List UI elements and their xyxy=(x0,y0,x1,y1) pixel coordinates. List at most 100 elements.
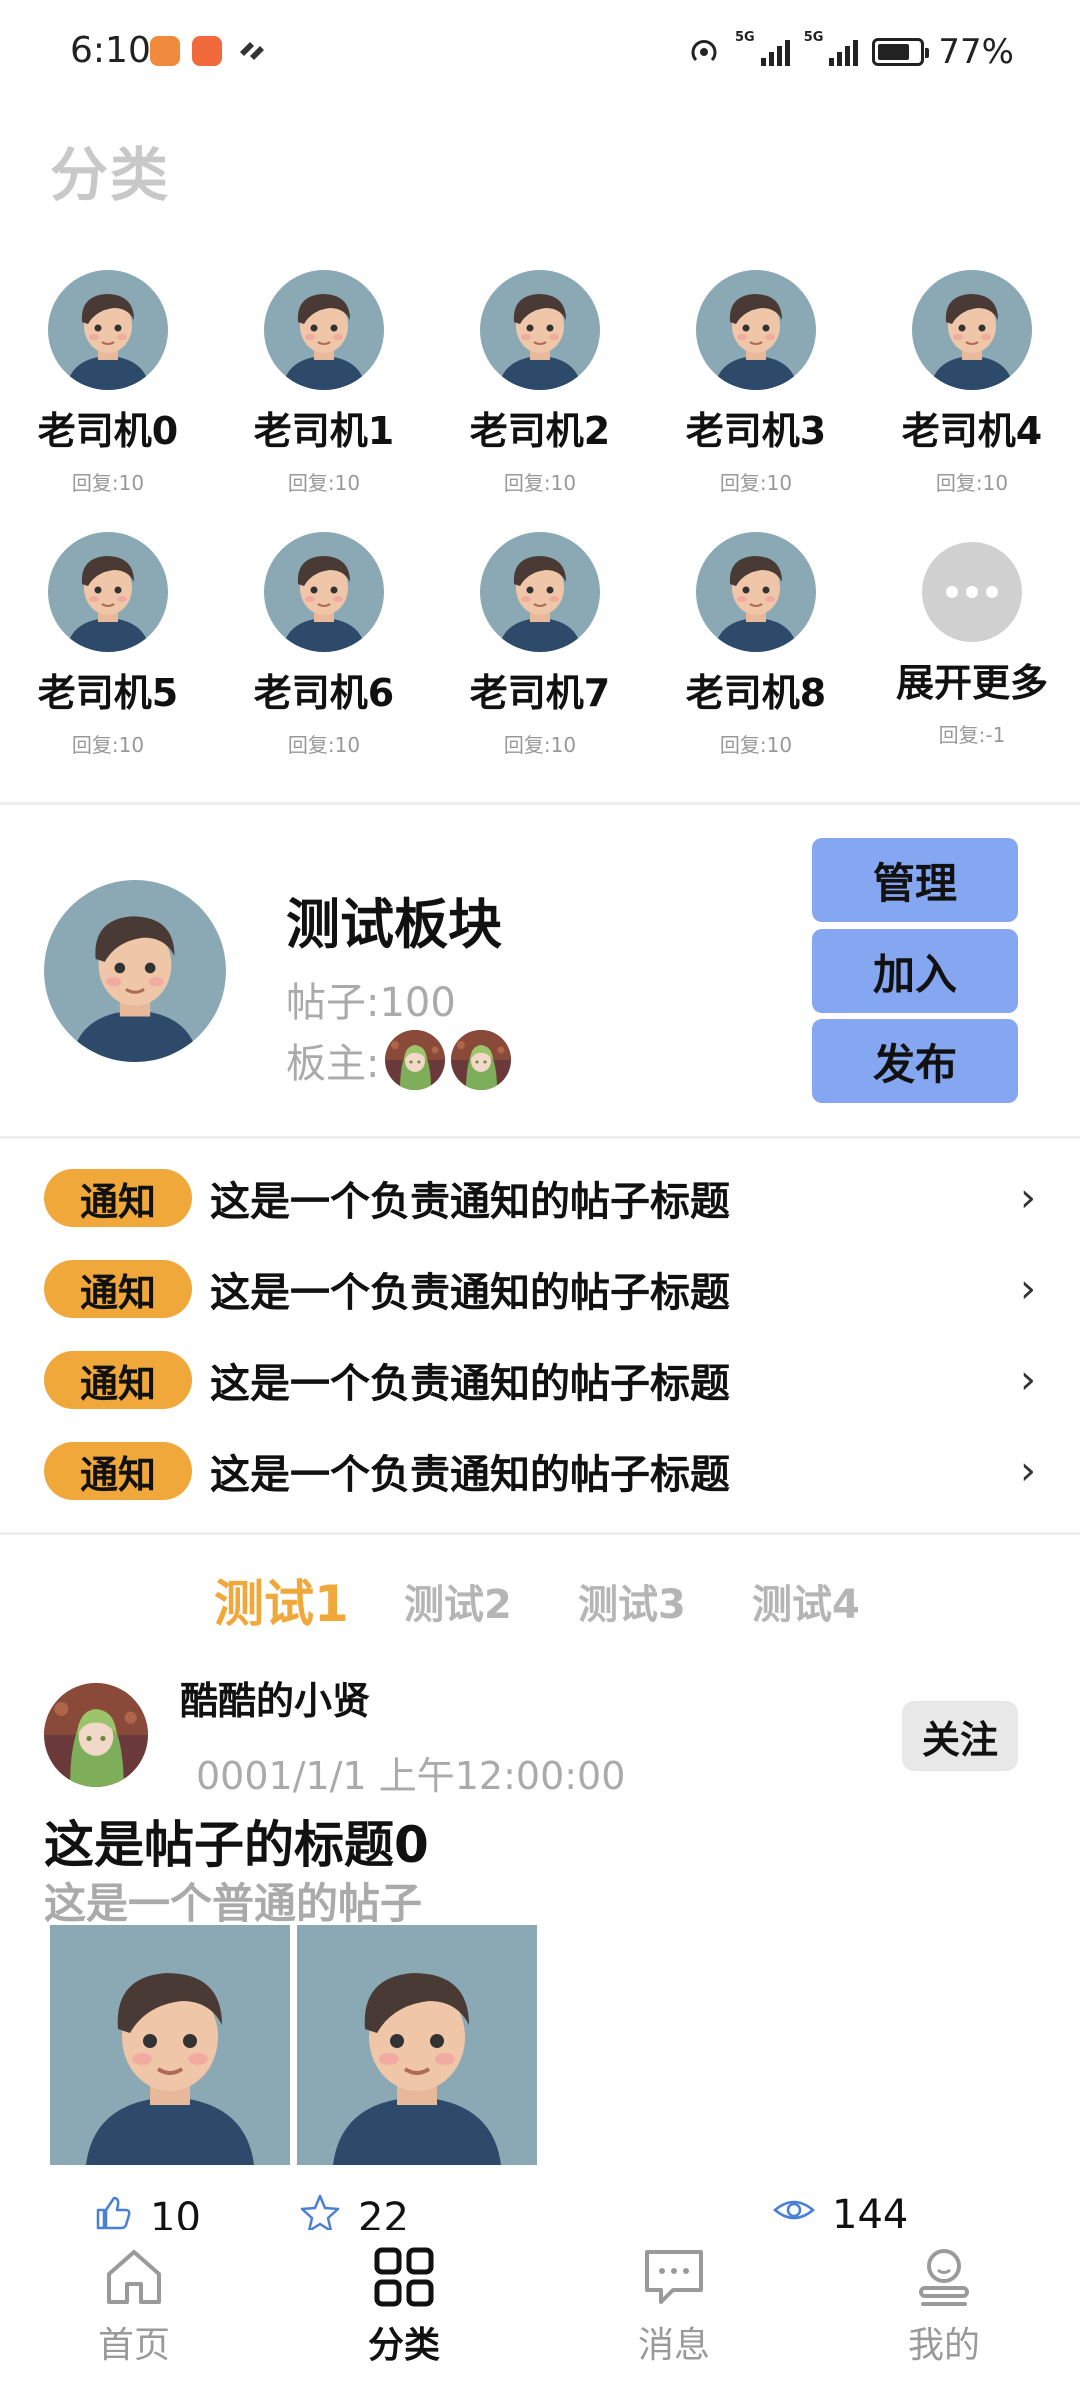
category-name: 老司机2 xyxy=(469,409,611,453)
post-author-avatar[interactable] xyxy=(44,1683,148,1787)
category-item[interactable]: 老司机0 回复:10 xyxy=(0,270,216,496)
moderators-label: 板主: xyxy=(286,1041,380,1087)
notice-item[interactable]: 通知 这是一个负责通知的帖子标题 › xyxy=(44,1350,1044,1410)
expand-more-item[interactable]: 展开更多 回复:-1 xyxy=(864,532,1080,748)
network-label: 5G xyxy=(803,30,824,45)
nav-category[interactable]: 分类 xyxy=(324,2242,484,2368)
network-label: 5G xyxy=(734,30,755,45)
category-avatar xyxy=(696,532,816,652)
status-right: 5G 5G 77% xyxy=(687,30,1014,74)
tab-test2[interactable]: 测试2 xyxy=(404,1572,512,1630)
category-item[interactable]: 老司机4 回复:10 xyxy=(864,270,1080,496)
user-icon xyxy=(864,2242,1024,2312)
grid-icon xyxy=(324,2242,484,2312)
nav-profile[interactable]: 我的 xyxy=(864,2242,1024,2368)
tab-test1[interactable]: 测试1 xyxy=(214,1564,349,1636)
notice-item[interactable]: 通知 这是一个负责通知的帖子标题 › xyxy=(44,1168,1044,1228)
category-name: 老司机6 xyxy=(253,671,395,715)
post-description: 这是一个普通的帖子 xyxy=(44,1879,423,1928)
notice-tag: 通知 xyxy=(44,1351,192,1409)
category-name: 老司机5 xyxy=(37,671,179,715)
notification-app-icon xyxy=(236,34,268,68)
divider xyxy=(0,802,1080,805)
category-name: 老司机8 xyxy=(685,671,827,715)
status-bar: 6:10 5G 5G 77% xyxy=(0,0,1080,100)
tab-test3[interactable]: 测试3 xyxy=(578,1572,686,1630)
category-item[interactable]: 老司机6 回复:10 xyxy=(216,532,432,758)
chevron-right-icon: › xyxy=(1020,1266,1036,1312)
category-item[interactable]: 老司机5 回复:10 xyxy=(0,532,216,758)
join-button[interactable]: 加入 xyxy=(812,929,1018,1013)
tab-test4[interactable]: 测试4 xyxy=(752,1572,860,1630)
forum-name: 测试板块 xyxy=(286,893,502,956)
category-name: 老司机7 xyxy=(469,671,611,715)
notification-app-icon xyxy=(150,36,180,66)
post-timestamp: 0001/1/1 上午12:00:00 xyxy=(196,1754,626,1798)
publish-button[interactable]: 发布 xyxy=(812,1019,1018,1103)
more-dots-icon xyxy=(922,542,1022,642)
chevron-right-icon: › xyxy=(1020,1448,1036,1494)
notice-item[interactable]: 通知 这是一个负责通知的帖子标题 › xyxy=(44,1441,1044,1501)
category-avatar xyxy=(264,270,384,390)
hotspot-icon xyxy=(687,33,721,71)
notice-tag: 通知 xyxy=(44,1442,192,1500)
category-reply: 回复:10 xyxy=(287,733,361,757)
home-icon xyxy=(54,2242,214,2312)
notice-tag: 通知 xyxy=(44,1260,192,1318)
message-icon xyxy=(594,2242,754,2312)
nav-home[interactable]: 首页 xyxy=(54,2242,214,2368)
category-name: 老司机4 xyxy=(901,409,1043,453)
post-image[interactable] xyxy=(50,1925,290,2165)
battery-icon xyxy=(872,38,930,66)
signal-icon xyxy=(829,38,859,66)
chevron-right-icon: › xyxy=(1020,1175,1036,1221)
category-avatar xyxy=(696,270,816,390)
forum-moderators: 板主: xyxy=(286,1030,511,1090)
category-avatar xyxy=(48,270,168,390)
category-reply: 回复:10 xyxy=(719,733,793,757)
category-item[interactable]: 老司机2 回复:10 xyxy=(432,270,648,496)
category-name: 老司机0 xyxy=(37,409,179,453)
notification-app-icon xyxy=(192,36,222,66)
post-title[interactable]: 这是帖子的标题0 xyxy=(44,1805,429,1877)
category-reply: 回复:10 xyxy=(719,471,793,495)
moderator-avatar[interactable] xyxy=(451,1030,511,1090)
notice-title: 这是一个负责通知的帖子标题 xyxy=(210,1452,730,1498)
category-reply: 回复:10 xyxy=(935,471,1009,495)
page-title: 分类 xyxy=(50,141,171,209)
category-avatar xyxy=(480,532,600,652)
manage-button[interactable]: 管理 xyxy=(812,838,1018,922)
category-reply: 回复:10 xyxy=(287,471,361,495)
nav-messages[interactable]: 消息 xyxy=(594,2242,754,2368)
notice-tag: 通知 xyxy=(44,1169,192,1227)
category-reply: 回复:10 xyxy=(503,733,577,757)
category-avatar xyxy=(48,532,168,652)
category-reply: 回复:10 xyxy=(71,733,145,757)
notice-item[interactable]: 通知 这是一个负责通知的帖子标题 › xyxy=(44,1259,1044,1319)
notice-title: 这是一个负责通知的帖子标题 xyxy=(210,1179,730,1225)
moderator-avatar[interactable] xyxy=(385,1030,445,1090)
category-avatar xyxy=(264,532,384,652)
nav-home-label: 首页 xyxy=(97,2325,170,2366)
battery-level xyxy=(878,44,910,60)
divider xyxy=(0,1532,1080,1535)
category-reply: 回复:10 xyxy=(71,471,145,495)
follow-button[interactable]: 关注 xyxy=(902,1701,1018,1771)
forum-post-count: 帖子:100 xyxy=(286,980,456,1026)
post-image[interactable] xyxy=(297,1925,537,2165)
battery-percent: 77% xyxy=(938,32,1014,72)
nav-category-label: 分类 xyxy=(367,2325,440,2366)
category-item[interactable]: 老司机3 回复:10 xyxy=(648,270,864,496)
category-item[interactable]: 老司机1 回复:10 xyxy=(216,270,432,496)
nav-profile-label: 我的 xyxy=(907,2325,980,2366)
category-item[interactable]: 老司机8 回复:10 xyxy=(648,532,864,758)
category-avatar xyxy=(912,270,1032,390)
chevron-right-icon: › xyxy=(1020,1357,1036,1403)
divider xyxy=(0,1136,1080,1139)
post-author-name[interactable]: 酷酷的小贤 xyxy=(180,1670,370,1725)
category-avatar xyxy=(480,270,600,390)
category-item[interactable]: 老司机7 回复:10 xyxy=(432,532,648,758)
category-name: 老司机3 xyxy=(685,409,827,453)
signal-icon xyxy=(760,38,790,66)
expand-more-reply: 回复:-1 xyxy=(938,723,1006,747)
